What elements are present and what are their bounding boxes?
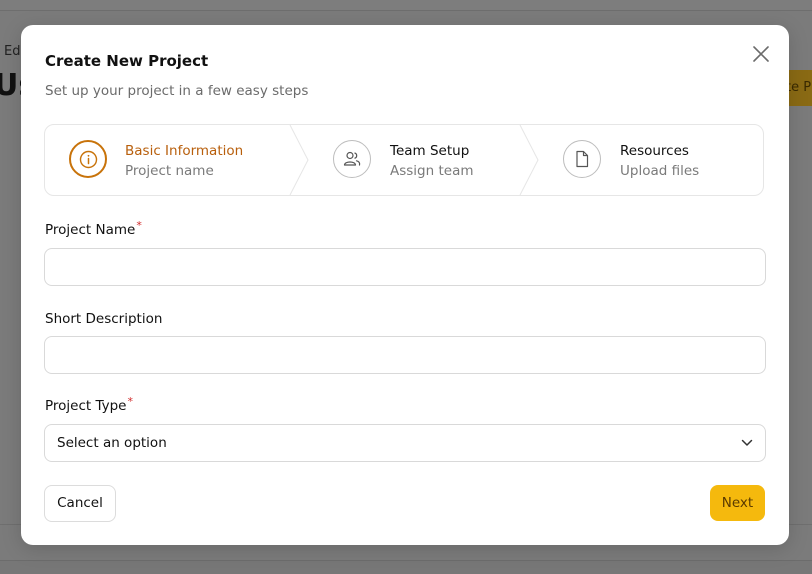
step-icon-circle xyxy=(563,140,601,178)
info-icon xyxy=(79,150,98,169)
file-icon xyxy=(576,150,589,168)
required-marker: * xyxy=(136,219,142,232)
project-name-label: Project Name* xyxy=(45,219,142,238)
step-resources[interactable]: Resources Upload files xyxy=(543,125,763,195)
background-footer xyxy=(0,560,812,574)
close-button[interactable] xyxy=(750,43,772,65)
step-icon-circle xyxy=(333,140,371,178)
project-type-select[interactable]: Select an option xyxy=(44,424,766,462)
project-stepper: Basic Information Project name Team Setu… xyxy=(44,124,764,196)
project-name-input[interactable] xyxy=(44,248,766,286)
short-description-input[interactable] xyxy=(44,336,766,374)
step-icon-circle xyxy=(69,140,107,178)
project-type-label: Project Type* xyxy=(45,395,134,414)
step-separator xyxy=(289,125,309,195)
step-basic-information[interactable]: Basic Information Project name xyxy=(45,125,290,195)
short-description-label-text: Short Description xyxy=(45,311,163,327)
short-description-label: Short Description xyxy=(45,311,162,327)
chevron-down-icon xyxy=(741,439,753,446)
step-separator xyxy=(519,125,539,195)
required-marker: * xyxy=(127,395,134,408)
project-type-label-text: Project Type xyxy=(45,398,127,414)
next-button[interactable]: Next xyxy=(710,485,765,521)
background-topbar xyxy=(0,0,812,11)
modal-subtitle: Set up your project in a few easy steps xyxy=(45,83,309,99)
step-title: Team Setup xyxy=(390,143,470,159)
modal-title: Create New Project xyxy=(45,52,209,70)
step-team-setup[interactable]: Team Setup Assign team xyxy=(313,125,523,195)
background-breadcrumb: Ed xyxy=(4,44,21,59)
step-subtitle: Project name xyxy=(125,163,214,179)
cancel-button[interactable]: Cancel xyxy=(44,485,116,522)
close-icon xyxy=(753,46,769,62)
create-project-modal: Create New Project Set up your project i… xyxy=(21,25,789,545)
project-type-selected-value: Select an option xyxy=(57,435,167,451)
project-name-label-text: Project Name xyxy=(45,222,136,238)
step-subtitle: Upload files xyxy=(620,163,700,179)
step-title: Resources xyxy=(620,143,689,159)
users-icon xyxy=(343,151,361,166)
step-title: Basic Information xyxy=(125,143,244,159)
step-subtitle: Assign team xyxy=(390,163,474,179)
